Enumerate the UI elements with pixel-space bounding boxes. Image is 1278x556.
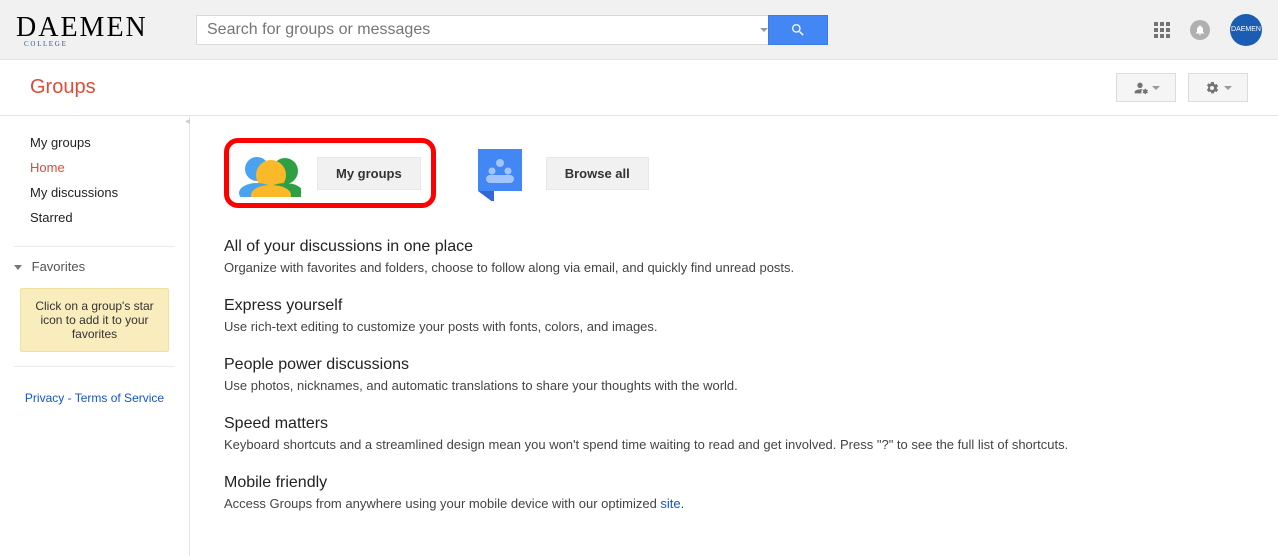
- main-content: My groups Browse all All of your discuss…: [190, 116, 1278, 556]
- feature-section: People power discussions Use photos, nic…: [224, 356, 1244, 393]
- sidebar-item-my-discussions[interactable]: My discussions: [30, 180, 177, 205]
- bell-icon: [1194, 24, 1206, 36]
- tiles-row: My groups Browse all: [224, 138, 1244, 208]
- gear-icon: [1204, 80, 1220, 96]
- sub-bar: Groups: [0, 60, 1278, 116]
- my-groups-label: My groups: [317, 157, 421, 190]
- feature-title: All of your discussions in one place: [224, 238, 1244, 256]
- feature-section: Speed matters Keyboard shortcuts and a s…: [224, 415, 1244, 452]
- browse-all-tile[interactable]: Browse all: [464, 138, 659, 208]
- topbar-right: DAEMEN: [1154, 14, 1262, 46]
- favorites-label: Favorites: [32, 259, 85, 274]
- feature-section: Mobile friendly Access Groups from anywh…: [224, 474, 1244, 511]
- search-input[interactable]: [196, 15, 778, 45]
- app-title[interactable]: Groups: [30, 76, 96, 99]
- browse-all-label: Browse all: [546, 157, 649, 190]
- avatar-label: DAEMEN: [1231, 26, 1261, 33]
- feature-body: Organize with favorites and folders, cho…: [224, 260, 1244, 275]
- brand-name: DAEMEN: [16, 12, 148, 43]
- sidebar-item-home[interactable]: Home: [30, 155, 177, 180]
- brand-logo[interactable]: DAEMEN C O L L E G E: [16, 12, 176, 48]
- apps-icon[interactable]: [1154, 22, 1170, 38]
- directory-icon: [474, 145, 530, 201]
- chevron-down-icon: [1152, 86, 1160, 90]
- footer-links: Privacy - Terms of Service: [0, 371, 189, 425]
- settings-button[interactable]: [1188, 73, 1248, 102]
- search-button[interactable]: [768, 15, 828, 45]
- feature-title: Express yourself: [224, 297, 1244, 315]
- manage-members-button[interactable]: [1116, 73, 1176, 102]
- sidebar-collapse-handle[interactable]: ◂: [185, 116, 193, 136]
- feature-section: All of your discussions in one place Org…: [224, 238, 1244, 275]
- person-settings-icon: [1132, 80, 1148, 96]
- site-link[interactable]: site: [660, 496, 680, 511]
- divider: [14, 246, 175, 247]
- favorites-tip: Click on a group's star icon to add it t…: [20, 288, 169, 352]
- favorites-header[interactable]: Favorites: [0, 251, 189, 282]
- highlight-box: My groups: [224, 138, 436, 208]
- sidebar-item-my-groups[interactable]: My groups: [30, 130, 177, 155]
- feature-body: Access Groups from anywhere using your m…: [224, 496, 1244, 511]
- feature-body: Use photos, nicknames, and automatic tra…: [224, 378, 1244, 393]
- feature-title: Mobile friendly: [224, 474, 1244, 492]
- sidebar-item-starred[interactable]: Starred: [30, 205, 177, 230]
- privacy-link[interactable]: Privacy: [25, 391, 64, 405]
- sidebar-nav: My groups Home My discussions Starred: [0, 130, 189, 242]
- subbar-actions: [1116, 73, 1248, 102]
- chevron-down-icon: [1224, 86, 1232, 90]
- feature-body: Use rich-text editing to customize your …: [224, 319, 1244, 334]
- body: ◂ My groups Home My discussions Starred …: [0, 116, 1278, 556]
- terms-link[interactable]: Terms of Service: [75, 391, 164, 405]
- search-container: [196, 15, 828, 45]
- search-icon: [790, 22, 806, 38]
- top-bar: DAEMEN C O L L E G E DAEMEN: [0, 0, 1278, 60]
- divider: [14, 366, 175, 367]
- footer-separator: -: [64, 391, 74, 405]
- chevron-down-icon: [14, 265, 22, 270]
- feature-title: Speed matters: [224, 415, 1244, 433]
- feature-body: Keyboard shortcuts and a streamlined des…: [224, 437, 1244, 452]
- avatar[interactable]: DAEMEN: [1230, 14, 1262, 46]
- sidebar: ◂ My groups Home My discussions Starred …: [0, 116, 190, 556]
- feature-title: People power discussions: [224, 356, 1244, 374]
- my-groups-tile[interactable]: My groups: [239, 149, 421, 197]
- group-people-icon: [239, 149, 301, 197]
- feature-section: Express yourself Use rich-text editing t…: [224, 297, 1244, 334]
- notifications-button[interactable]: [1190, 20, 1210, 40]
